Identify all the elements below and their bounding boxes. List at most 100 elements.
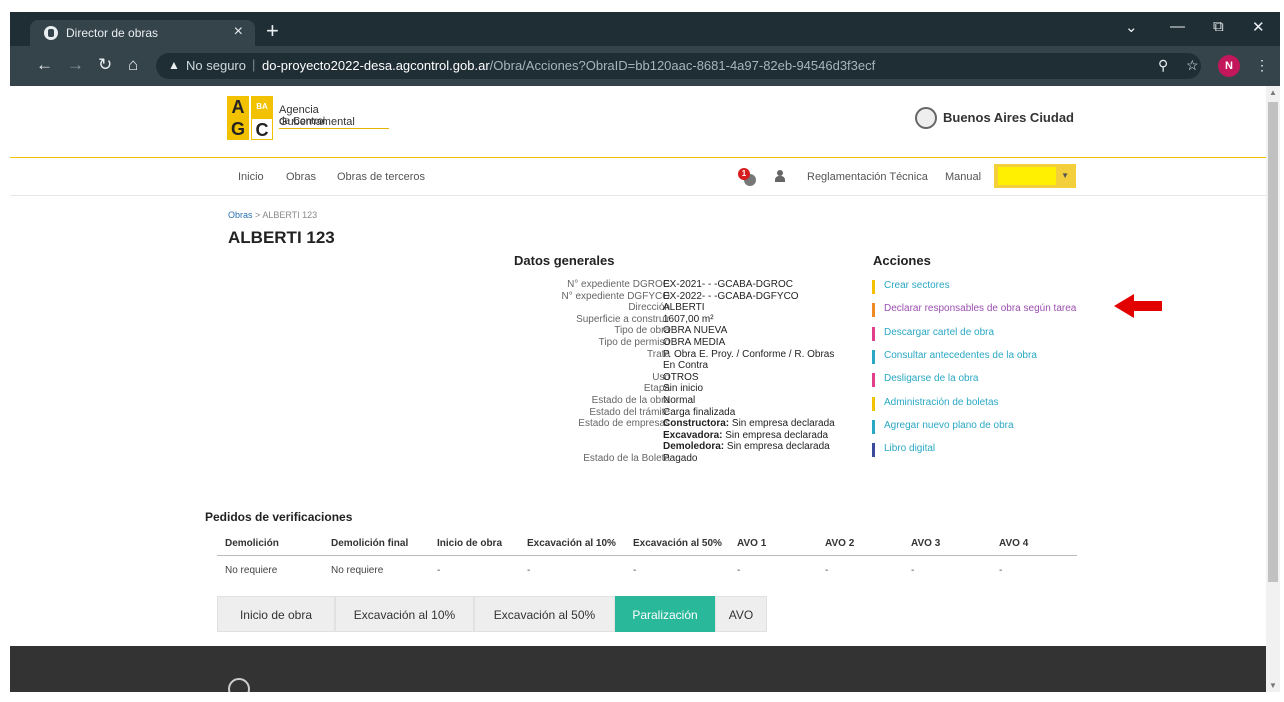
dg-empresa-name: Demoledora:	[663, 441, 725, 453]
scroll-thumb[interactable]	[1268, 102, 1278, 582]
accion-link[interactable]: Consultar antecedentes de la obra	[872, 349, 1037, 364]
table-cell: -	[737, 565, 741, 576]
browser-toolbar: ← → ↻ ⌂ ▲ No seguro | do-proyecto2022-de…	[10, 46, 1280, 86]
address-bar[interactable]: ▲ No seguro | do-proyecto2022-desa.agcon…	[156, 53, 1201, 79]
dg-empresa-name: Excavadora:	[663, 429, 723, 441]
dg-label-empresas: Estado de empresas	[578, 418, 670, 430]
accion-label: Descargar cartel de obra	[884, 326, 995, 338]
table-cell: -	[999, 565, 1003, 576]
agc-logo[interactable]: A BA G C Agencia Gubernamental de Contro…	[227, 96, 389, 140]
accion-label: Agregar nuevo plano de obra	[884, 419, 1014, 431]
accion-link[interactable]: Administración de boletas	[872, 396, 999, 411]
accion-color-bar	[872, 373, 875, 388]
profile-avatar[interactable]: N	[1218, 55, 1240, 77]
accion-link[interactable]: Libro digital	[872, 443, 936, 458]
page-scrollbar[interactable]: ▲ ▼	[1266, 86, 1280, 692]
menu-kebab-icon[interactable]: ⋮	[1255, 57, 1269, 74]
minimize-icon[interactable]: —	[1170, 18, 1185, 35]
verification-button[interactable]: Paralización	[615, 596, 715, 632]
table-cell: -	[825, 565, 829, 576]
nav-item-obras[interactable]: Obras	[286, 171, 316, 183]
accion-color-bar	[872, 396, 875, 411]
logo-underline	[279, 128, 389, 129]
reload-icon[interactable]: ↻	[98, 55, 112, 75]
accion-link[interactable]: Crear sectores	[872, 280, 950, 294]
column-header: Demolición final	[331, 538, 409, 549]
key-icon[interactable]: ⚲	[1158, 57, 1168, 74]
nav-item-manual[interactable]: Manual	[945, 171, 981, 183]
scroll-down-icon[interactable]: ▼	[1269, 681, 1277, 690]
accion-color-bar	[872, 349, 875, 364]
page-title: ALBERTI 123	[228, 228, 335, 247]
dg-label-boleta: Estado de la Boleta	[583, 453, 670, 464]
table-cell: -	[527, 565, 531, 576]
table-cell: -	[633, 565, 637, 576]
logo-letter-a: A	[227, 96, 249, 118]
accion-color-bar	[872, 419, 875, 434]
pedidos-title: Pedidos de verificaciones	[205, 510, 353, 524]
nav-item-obras-terceros[interactable]: Obras de terceros	[337, 171, 425, 183]
logo-letter-g: G	[227, 118, 249, 140]
scroll-up-icon[interactable]: ▲	[1269, 88, 1277, 97]
browser-tab[interactable]: Director de obras ×	[30, 20, 255, 46]
accion-color-bar	[872, 280, 875, 294]
table-row: No requiere No requiere - - - - - - -	[217, 556, 1077, 586]
column-header: AVO 3	[911, 538, 941, 549]
table-cell: No requiere	[331, 565, 384, 576]
column-header: Inicio de obra	[437, 538, 503, 549]
chevron-down-icon: ▼	[1061, 171, 1069, 180]
url-path: /Obra/Acciones?ObraID=bb120aac-8681-4a97…	[489, 58, 876, 73]
restore-icon[interactable]: ⧉	[1213, 18, 1224, 35]
nav-item-inicio[interactable]: Inicio	[238, 171, 264, 183]
tab-search-icon[interactable]: ⌄	[1125, 18, 1138, 36]
column-header: AVO 2	[825, 538, 855, 549]
acciones-title: Acciones	[873, 253, 931, 268]
dg-empresa-status: Sin empresa declarada	[729, 418, 835, 430]
user-dropdown[interactable]: ▼	[994, 164, 1076, 188]
browser-window: Director de obras × + ⌄ — ⧉ ✕ ← → ↻ ⌂ ▲ …	[10, 12, 1280, 692]
accion-link[interactable]: Desligarse de la obra	[872, 373, 979, 388]
forward-icon[interactable]: →	[67, 55, 84, 75]
user-name-redacted	[998, 167, 1056, 185]
screen: Director de obras × + ⌄ — ⧉ ✕ ← → ↻ ⌂ ▲ …	[0, 0, 1284, 702]
breadcrumb-obras-link[interactable]: Obras	[228, 210, 253, 220]
home-icon[interactable]: ⌂	[128, 55, 138, 75]
accion-link[interactable]: Declarar responsables de obra según tare…	[872, 303, 1076, 318]
window-close-icon[interactable]: ✕	[1252, 18, 1265, 36]
breadcrumb-current: ALBERTI 123	[262, 210, 318, 220]
user-icon[interactable]	[775, 170, 785, 182]
logo-letter-c: C	[251, 118, 273, 140]
accion-label: Administración de boletas	[884, 396, 999, 408]
verification-button[interactable]: Excavación al 50%	[474, 596, 615, 632]
accion-link[interactable]: Descargar cartel de obra	[872, 326, 995, 341]
column-header: AVO 4	[999, 538, 1029, 549]
verification-button[interactable]: AVO	[715, 596, 767, 632]
back-icon[interactable]: ←	[36, 55, 53, 75]
new-tab-button[interactable]: +	[266, 20, 279, 42]
tab-close-icon[interactable]: ×	[234, 23, 243, 41]
table-cell: No requiere	[225, 565, 278, 576]
red-arrow-icon	[1114, 294, 1162, 318]
nav-item-reglamentacion[interactable]: Reglamentación Técnica	[807, 171, 928, 183]
dg-empresa-status: Sin empresa declarada	[724, 441, 830, 453]
arrow-shaft	[1132, 301, 1162, 311]
verification-button[interactable]: Excavación al 10%	[335, 596, 474, 632]
page-favicon-icon	[44, 26, 58, 40]
site-footer	[10, 646, 1266, 692]
browser-titlebar: Director de obras × + ⌄ — ⧉ ✕	[10, 12, 1280, 46]
table-cell: -	[911, 565, 915, 576]
bookmark-star-icon[interactable]: ☆	[1186, 57, 1199, 74]
accion-label: Libro digital	[884, 443, 936, 455]
breadcrumb-separator: >	[255, 210, 261, 220]
main-nav: Inicio Obras Obras de terceros 1 Reglame…	[10, 158, 1266, 196]
verification-button[interactable]: Inicio de obra	[217, 596, 335, 632]
accion-color-bar	[872, 303, 875, 318]
dg-value-boleta: Pagado	[663, 453, 698, 464]
arrow-head	[1114, 294, 1134, 318]
dg-empresa-name: Constructora:	[663, 418, 730, 430]
notifications-button[interactable]: 1	[738, 168, 758, 188]
city-logo-text: Buenos Aires Ciudad	[943, 110, 1074, 125]
accion-color-bar	[872, 326, 875, 341]
logo-text-line2: de Control.	[279, 116, 328, 127]
accion-link[interactable]: Agregar nuevo plano de obra	[872, 419, 1014, 434]
